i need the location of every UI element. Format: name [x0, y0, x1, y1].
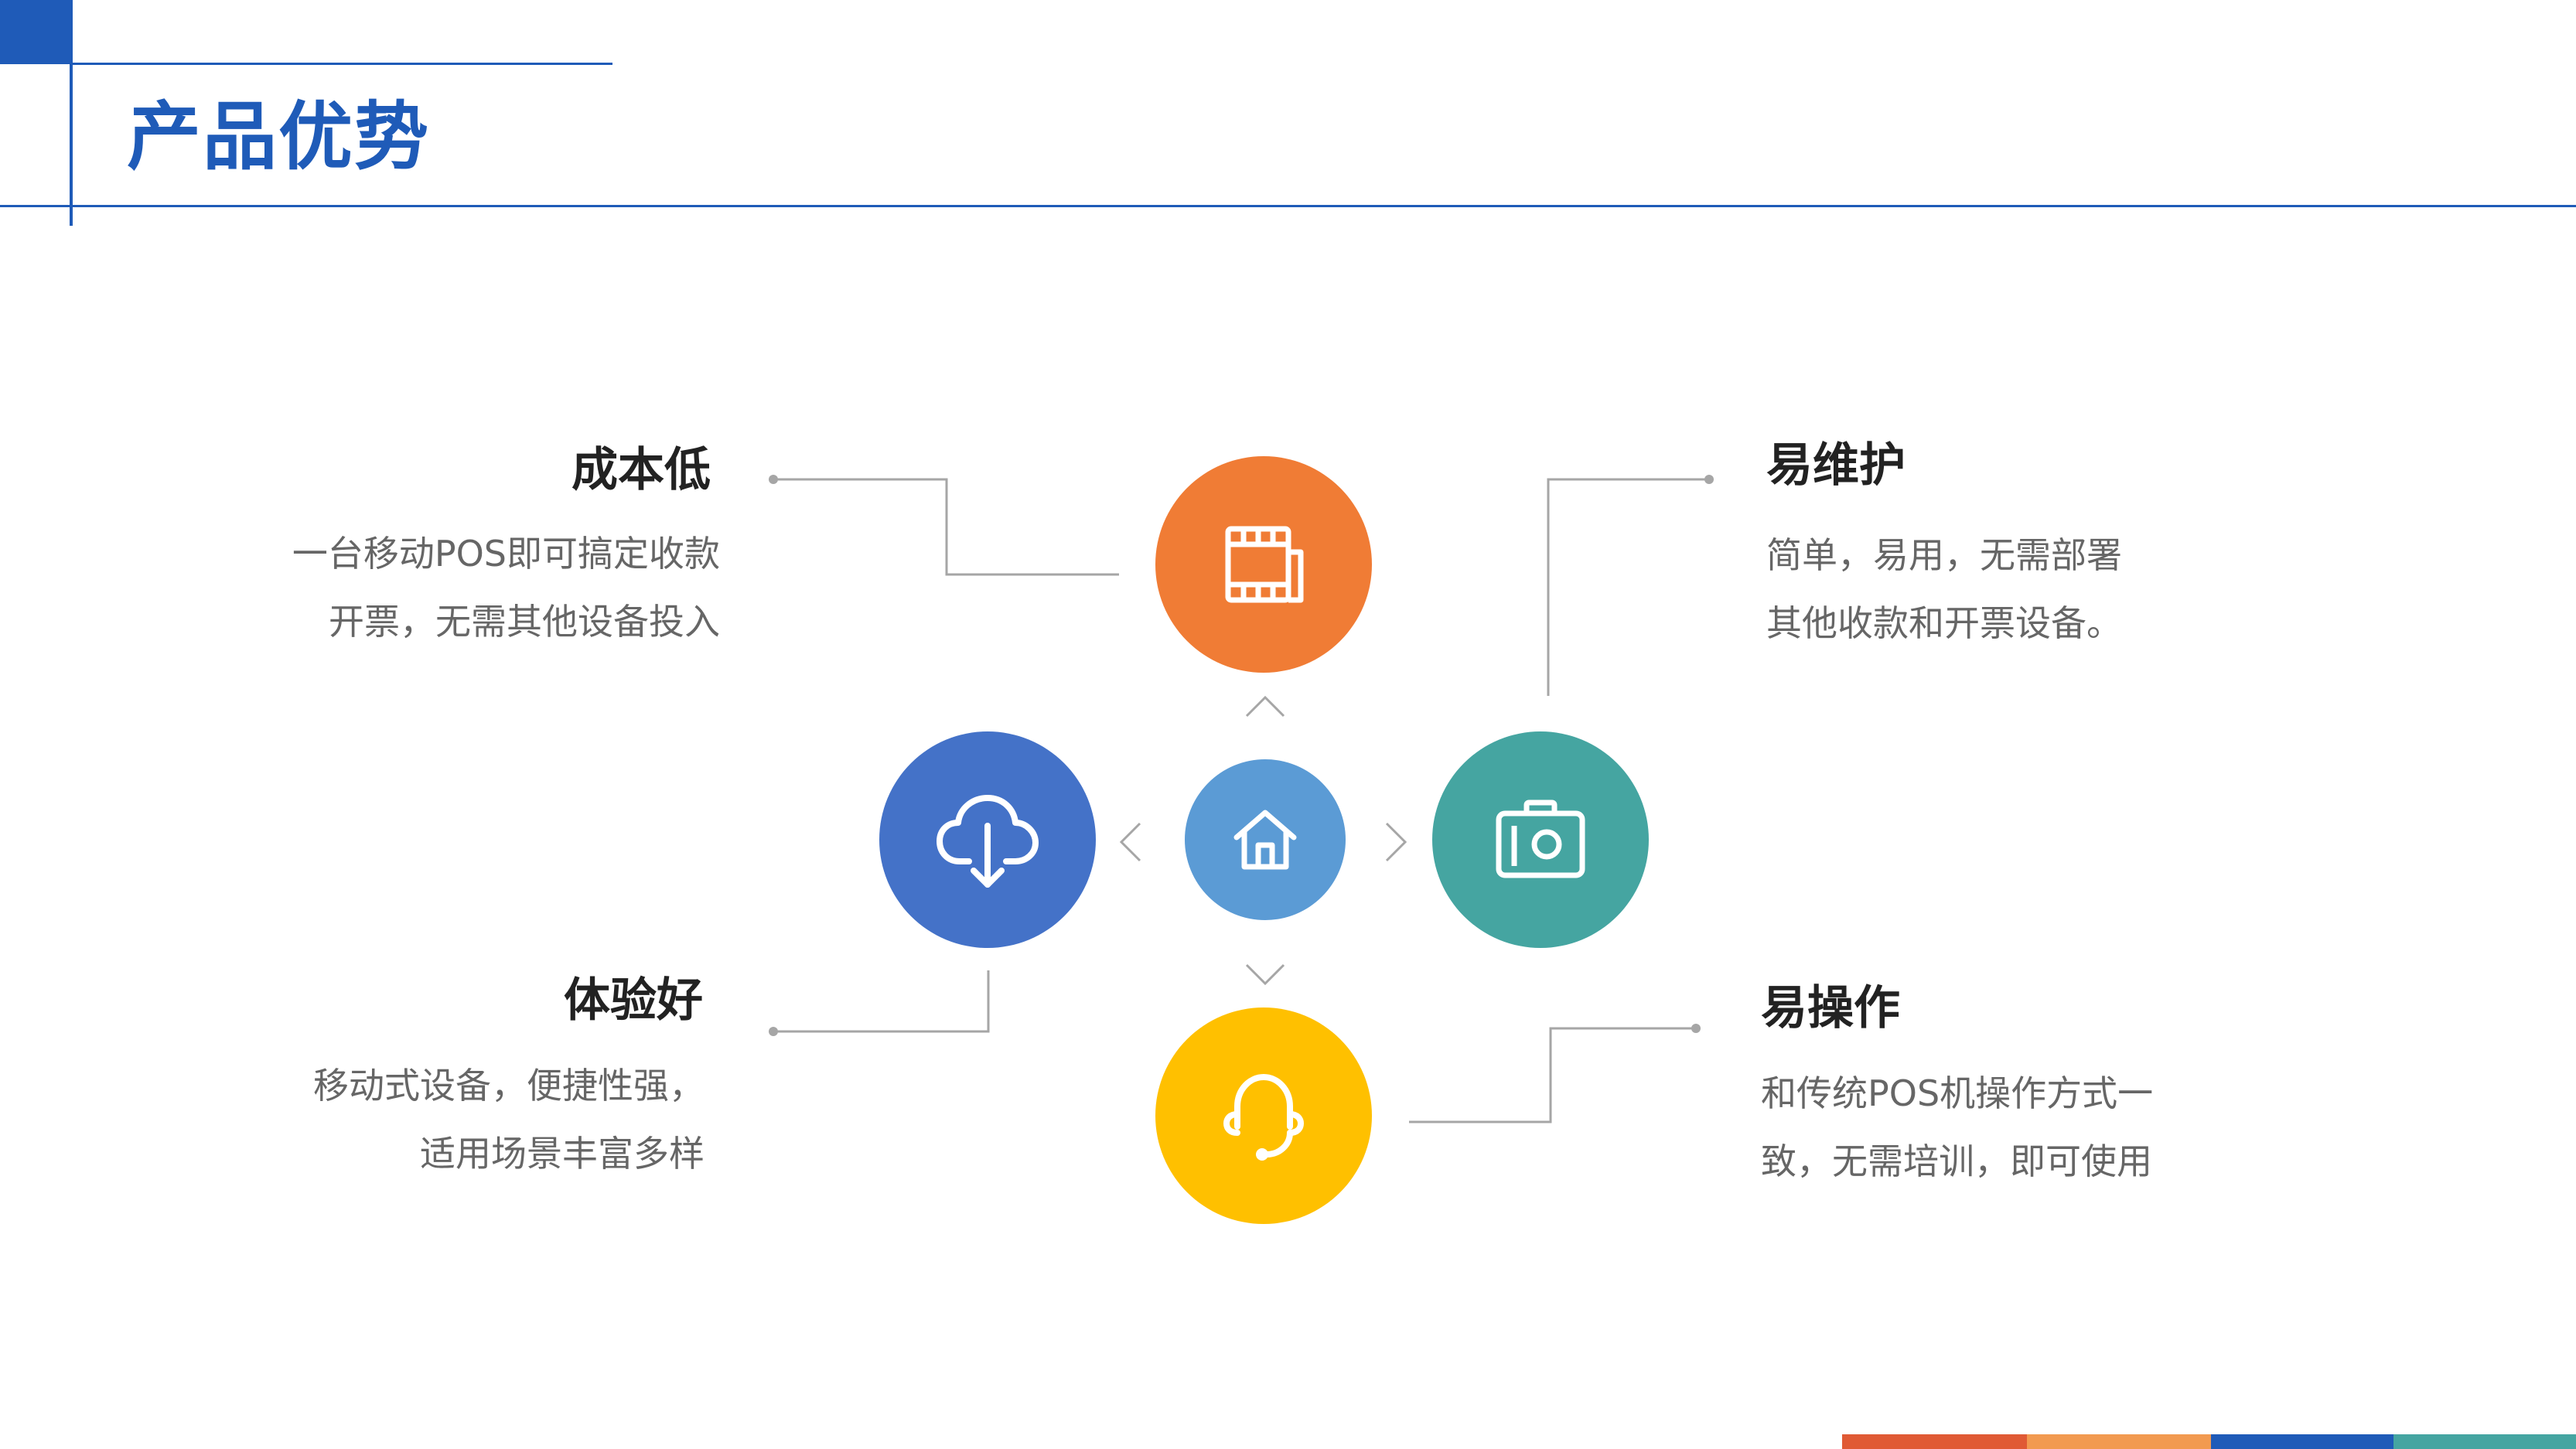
- circle-home: [1185, 759, 1346, 920]
- feature-title-cost: 成本低: [571, 443, 711, 497]
- cloud-download-icon: [937, 795, 1039, 888]
- feature-desc-operate-line1: 和传统POS机操作方式一: [1761, 1072, 2154, 1114]
- connector-dot-operate: [1691, 1024, 1701, 1033]
- chevron-right-icon: [1385, 822, 1407, 862]
- feature-desc-maintain-line2: 其他收款和开票设备。: [1766, 602, 2122, 644]
- connector-dot-maintain: [1704, 475, 1714, 484]
- feature-desc-operate-line2: 致，无需培训，即可使用: [1761, 1140, 2152, 1182]
- feature-title-maintain: 易维护: [1766, 438, 1906, 493]
- circle-film: [1155, 456, 1372, 673]
- bottom-bar-orange: [2027, 1434, 2211, 1449]
- circle-headset: [1155, 1007, 1372, 1224]
- feature-desc-cost-line2: 开票，无需其他设备投入: [329, 601, 720, 643]
- bottom-bar-red: [1842, 1434, 2027, 1449]
- bottom-bar-blue: [2211, 1434, 2393, 1449]
- bottom-bar-teal: [2393, 1434, 2576, 1449]
- home-icon: [1233, 810, 1297, 870]
- chevron-up-icon: [1245, 695, 1285, 718]
- connector-lines: [769, 475, 1714, 1123]
- film-icon: [1225, 526, 1304, 603]
- connector-cost: [773, 478, 1119, 576]
- feature-title-experience: 体验好: [564, 973, 703, 1028]
- connector-operate: [1409, 1027, 1696, 1123]
- chevron-left-icon: [1119, 822, 1141, 862]
- connector-experience: [773, 970, 990, 1033]
- circle-cloud: [879, 731, 1096, 948]
- camera-icon: [1496, 800, 1585, 878]
- feature-desc-experience-line1: 移动式设备，便捷性强，: [313, 1065, 705, 1106]
- feature-desc-maintain-line1: 简单，易用，无需部署: [1766, 534, 2122, 576]
- feature-desc-experience-line2: 适用场景丰富多样: [420, 1133, 705, 1175]
- connector-dot-cost: [769, 475, 778, 484]
- feature-title-operate: 易操作: [1761, 981, 1900, 1035]
- circle-camera: [1432, 731, 1649, 948]
- chevron-down-icon: [1245, 963, 1285, 986]
- connector-dot-experience: [769, 1027, 778, 1036]
- connector-maintain: [1547, 478, 1709, 696]
- headset-icon: [1223, 1074, 1304, 1161]
- feature-desc-cost-line1: 一台移动POS即可搞定收款: [292, 533, 720, 574]
